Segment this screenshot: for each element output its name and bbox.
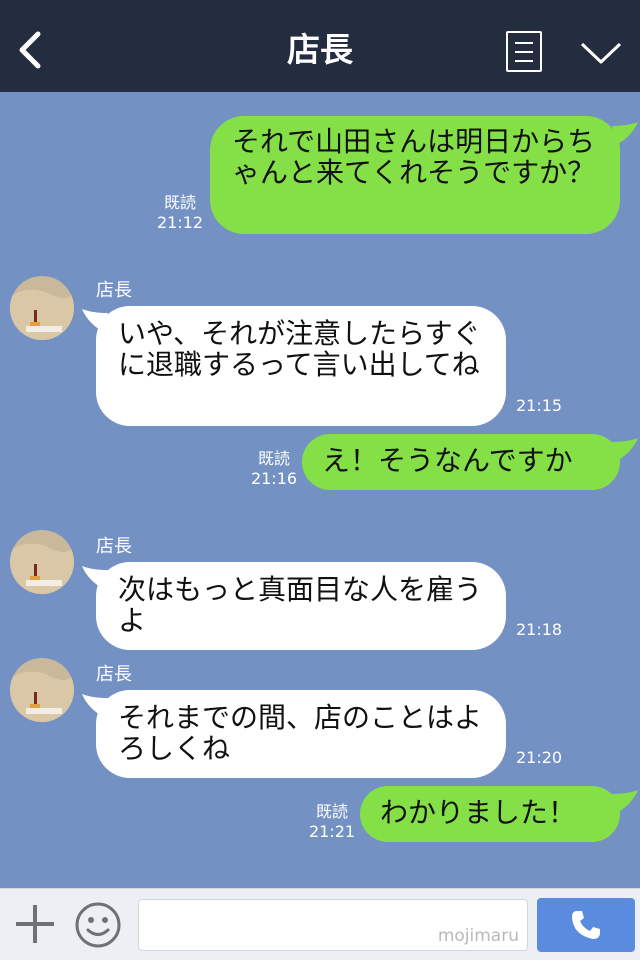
avatar[interactable]	[10, 530, 74, 594]
chevron-down-icon[interactable]	[580, 40, 622, 66]
read-label: 既読	[163, 193, 196, 212]
bubble-tail	[612, 790, 638, 812]
sender-name: 店長	[96, 664, 132, 685]
message-time: 21:21	[308, 822, 356, 841]
avatar[interactable]	[10, 658, 74, 722]
sender-name: 店長	[96, 280, 132, 301]
message-time: 21:16	[250, 469, 298, 488]
their-message-bubble[interactable]: それまでの間、店のことはよろしくね	[96, 690, 506, 778]
their-message-bubble[interactable]: いや、それが注意したらすぐに退職するって言い出してね	[96, 306, 506, 426]
bubble-tail	[612, 122, 638, 144]
watermark-text: mojimaru	[437, 926, 519, 946]
message-time: 21:15	[516, 396, 563, 415]
plus-icon[interactable]	[14, 903, 56, 945]
message-composer: mojimaru	[0, 888, 640, 960]
smiley-icon[interactable]	[74, 901, 122, 949]
menu-icon[interactable]	[506, 31, 542, 72]
call-button[interactable]	[537, 898, 635, 952]
message-time: 21:20	[516, 748, 563, 767]
message-time: 21:12	[156, 213, 204, 232]
their-message-bubble[interactable]: 次はもっと真面目な人を雇うよ	[96, 562, 506, 650]
read-receipt: 既読 21:16	[244, 449, 304, 489]
read-label: 既読	[257, 449, 290, 468]
my-message-bubble[interactable]: え！そうなんですか	[302, 434, 620, 490]
read-label: 既読	[315, 802, 348, 821]
avatar[interactable]	[10, 276, 74, 340]
bubble-tail	[612, 438, 638, 460]
sender-name: 店長	[96, 536, 132, 557]
my-message-bubble[interactable]: それで山田さんは明日からちゃんと来てくれそうですか？	[210, 116, 620, 234]
message-text: それで山田さんは明日からちゃんと来てくれそうですか？	[232, 125, 596, 189]
message-text: 次はもっと真面目な人を雇うよ	[118, 573, 483, 637]
message-input[interactable]: mojimaru	[138, 899, 528, 951]
message-text: え！そうなんですか	[322, 444, 573, 477]
chat-title: 店長	[287, 30, 353, 69]
my-message-bubble[interactable]: わかりました！	[360, 786, 620, 842]
message-text: わかりました！	[380, 796, 577, 829]
read-receipt: 既読 21:21	[302, 802, 362, 842]
message-text: いや、それが注意したらすぐに退職するって言い出してね	[118, 317, 481, 381]
message-time: 21:18	[516, 620, 563, 639]
phone-icon	[572, 911, 600, 939]
read-receipt: 既読 21:12	[150, 193, 210, 233]
chat-header: 店長	[0, 0, 640, 92]
message-text: それまでの間、店のことはよろしくね	[118, 701, 483, 765]
